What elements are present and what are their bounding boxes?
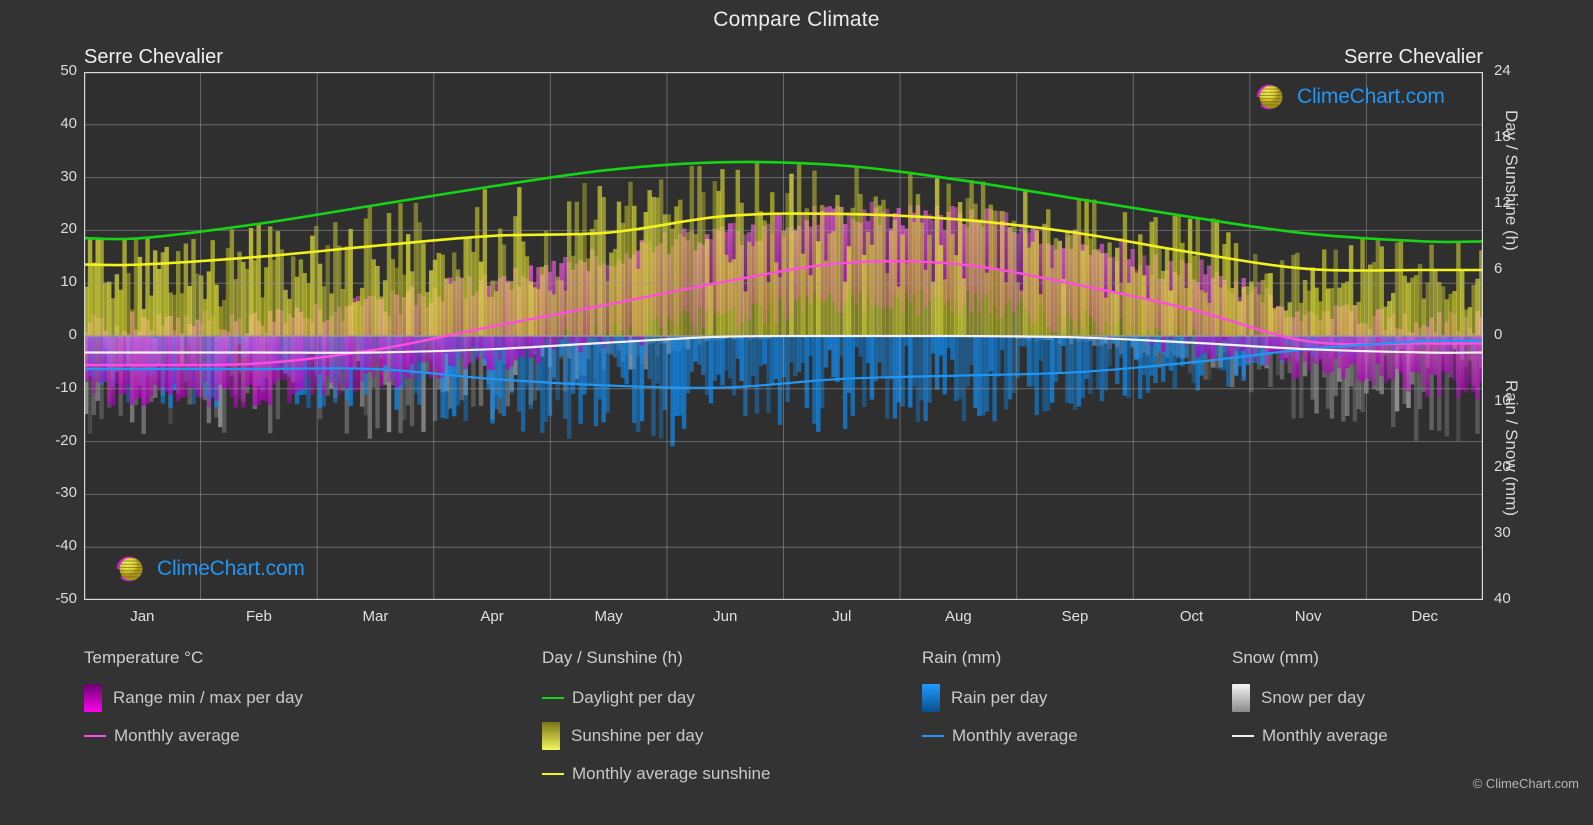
climechart-mark-icon [116,556,143,582]
climate-chart-plot[interactable] [84,72,1483,600]
y-tick-right-top: 12 [1494,194,1511,211]
x-tick-may: May [594,608,623,625]
y-tick-right-bottom: 40 [1494,590,1511,607]
y-tick-left: -10 [55,378,77,396]
legend-group-title: Snow (mm) [1232,648,1319,667]
climechart-logo-text: ClimeChart.com [1297,85,1445,108]
location-label-right: Serre Chevalier [1344,46,1483,68]
legend-item-label: Range min / max per day [113,688,303,707]
legend-swatch-icon [1232,684,1250,712]
x-tick-oct: Oct [1179,608,1204,625]
legend-item-label: Snow per day [1261,688,1365,707]
y-tick-right-bottom: 20 [1494,458,1511,475]
legend-item-label: Monthly average [952,726,1078,745]
legend-item[interactable]: Monthly average [84,717,303,755]
legend-swatch-icon [922,684,940,712]
x-tick-mar: Mar [362,608,389,625]
x-tick-jan: Jan [130,608,155,625]
y-tick-left: -50 [55,590,77,607]
y-tick-left: -20 [55,431,77,449]
legend-item-label: Monthly average [1262,726,1388,745]
chart-canvas [84,72,1483,600]
legend-group-title: Rain (mm) [922,648,1002,667]
legend-item-label: Rain per day [951,688,1048,707]
y-tick-left: 0 [68,326,77,343]
legend-group-temperature-c: Temperature °C Range min / max per day Mon… [84,648,303,755]
climechart-logo-top: ClimeChart.com [1232,80,1445,114]
legend-item-label: Monthly average sunshine [572,764,771,783]
legend-item[interactable]: Monthly average [1232,717,1388,755]
legend-item[interactable]: Rain per day [922,679,1078,717]
legend-item[interactable]: Snow per day [1232,679,1388,717]
y-tick-left: 10 [60,273,77,291]
legend-item-label: Monthly average [114,726,240,745]
y-tick-left: 30 [60,167,77,185]
legend-item[interactable]: Sunshine per day [542,717,770,755]
copyright-notice: © ClimeChart.com [1472,776,1579,791]
y-tick-right-top: 0 [1494,326,1503,343]
y-tick-left: -30 [55,484,77,502]
legend-group-snow-mm: Snow (mm) Snow per day Monthly average [1232,648,1388,755]
legend-swatch-icon [542,722,560,750]
y-axis-title-right-bottom: Rain / Snow (mm) [1502,380,1521,517]
legend-line-icon [84,735,106,737]
climechart-mark-icon [1256,84,1283,110]
y-tick-left: 20 [60,220,77,238]
y-tick-right-bottom: 10 [1494,392,1511,409]
chart-legend: © ClimeChart.com Temperature °C Range min… [0,648,1593,818]
x-tick-apr: Apr [480,608,504,625]
legend-line-icon [1232,735,1254,737]
y-tick-left: 50 [60,62,77,79]
legend-item[interactable]: Monthly average [922,717,1078,755]
x-tick-jun: Jun [713,608,738,625]
legend-item[interactable]: Monthly average sunshine [542,755,770,793]
y-tick-left: -40 [55,537,77,555]
page-title: Compare Climate [713,8,880,31]
x-tick-aug: Aug [945,608,972,625]
y-tick-right-top: 6 [1494,260,1503,277]
legend-swatch-icon [84,684,102,712]
climechart-logo-text: ClimeChart.com [157,557,305,580]
legend-group-rain-mm: Rain (mm) Rain per day Monthly average [922,648,1078,755]
legend-item-label: Sunshine per day [571,726,704,745]
x-tick-dec: Dec [1411,608,1439,625]
y-tick-right-top: 24 [1494,62,1511,79]
legend-line-icon [922,735,944,737]
x-tick-sep: Sep [1061,608,1089,625]
location-label-left: Serre Chevalier [84,46,223,68]
legend-item[interactable]: Daylight per day [542,679,770,717]
legend-group-title: Temperature °C [84,648,204,667]
legend-group-day-sunshine-h: Day / Sunshine (h) Daylight per day Sunshi… [542,648,770,793]
y-tick-right-top: 18 [1494,128,1511,145]
legend-line-icon [542,697,564,699]
legend-item[interactable]: Range min / max per day [84,679,303,717]
y-tick-right-bottom: 30 [1494,524,1511,541]
x-tick-feb: Feb [245,608,272,625]
x-tick-jul: Jul [832,608,852,625]
climechart-logo-bottom: ClimeChart.com [92,552,305,586]
y-tick-left: 40 [60,114,77,132]
x-tick-nov: Nov [1294,608,1322,625]
legend-group-title: Day / Sunshine (h) [542,648,683,667]
legend-item-label: Daylight per day [572,688,695,707]
legend-line-icon [542,773,564,775]
